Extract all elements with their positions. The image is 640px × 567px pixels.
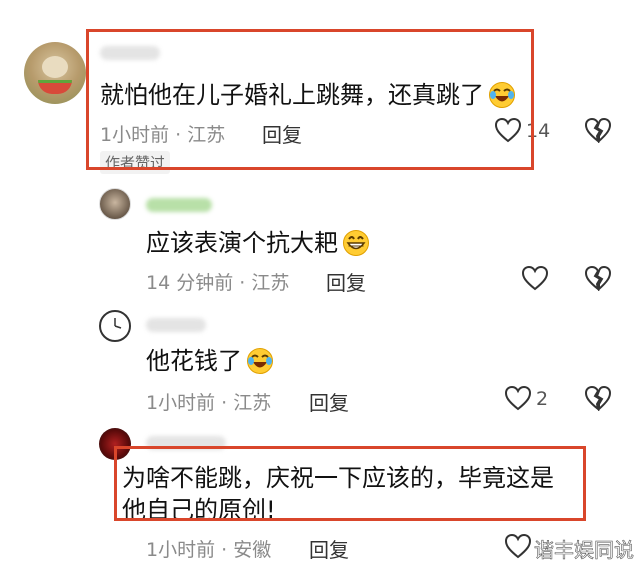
comment-meta: 14 分钟前 · 江苏 bbox=[146, 268, 289, 295]
comment-meta: 1小时前 · 江苏 bbox=[100, 120, 225, 147]
laughing-tears-emoji bbox=[246, 347, 274, 382]
avatar[interactable] bbox=[24, 42, 86, 104]
location: 江苏 bbox=[233, 392, 272, 414]
watermark-text: 谐丰娱同说 bbox=[534, 538, 635, 563]
reply-button[interactable]: 回复 bbox=[309, 534, 349, 563]
clock-avatar[interactable] bbox=[99, 310, 131, 342]
broken-heart-icon[interactable] bbox=[584, 117, 612, 147]
reply-button[interactable]: 回复 bbox=[309, 387, 349, 416]
avatar[interactable] bbox=[99, 428, 131, 460]
separator: · bbox=[239, 272, 246, 294]
heart-icon[interactable] bbox=[494, 117, 522, 147]
timestamp: 1小时前 bbox=[146, 392, 216, 414]
location: 江苏 bbox=[251, 272, 290, 294]
comment-meta: 1小时前 · 安徽 bbox=[146, 535, 271, 562]
like-count: 2 bbox=[536, 388, 549, 410]
separator: · bbox=[221, 392, 228, 414]
comment-4-text-line1: 为啥不能跳，庆祝一下应该的，毕竟这是 bbox=[122, 464, 554, 492]
username-blurred[interactable] bbox=[146, 318, 206, 332]
timestamp: 14 分钟前 bbox=[146, 272, 234, 294]
like-count: 14 bbox=[526, 120, 551, 142]
username-blurred[interactable] bbox=[100, 46, 160, 60]
heart-icon[interactable] bbox=[521, 265, 549, 295]
comment-2-text: 应该表演个抗大耙 bbox=[146, 229, 338, 257]
comment-4-text-line2: 他自己的原创! bbox=[122, 496, 276, 524]
separator: · bbox=[175, 124, 182, 146]
heart-icon[interactable] bbox=[504, 533, 532, 563]
reply-button[interactable]: 回复 bbox=[262, 119, 302, 148]
avatar[interactable] bbox=[99, 188, 131, 220]
laughing-tears-emoji bbox=[488, 81, 516, 116]
broken-heart-icon[interactable] bbox=[584, 265, 612, 295]
location: 江苏 bbox=[187, 124, 226, 146]
username-blurred[interactable] bbox=[146, 198, 212, 212]
reply-button[interactable]: 回复 bbox=[326, 267, 366, 296]
comment-text: 为啥不能跳，庆祝一下应该的，毕竟这是 他自己的原创! bbox=[122, 462, 554, 526]
author-liked-badge: 作者赞过 bbox=[100, 151, 171, 174]
username-blurred[interactable] bbox=[146, 436, 226, 450]
comment-text: 就怕他在儿子婚礼上跳舞，还真跳了 bbox=[100, 80, 516, 116]
timestamp: 1小时前 bbox=[146, 539, 216, 561]
comment-text: 应该表演个抗大耙 bbox=[146, 228, 370, 264]
comment-1-text: 就怕他在儿子婚礼上跳舞，还真跳了 bbox=[100, 81, 484, 109]
comment-3-text: 他花钱了 bbox=[146, 347, 242, 375]
comment-text: 他花钱了 bbox=[146, 346, 274, 382]
heart-icon[interactable] bbox=[504, 385, 532, 415]
comment-meta: 1小时前 · 江苏 bbox=[146, 388, 271, 415]
separator: · bbox=[221, 539, 228, 561]
timestamp: 1小时前 bbox=[100, 124, 170, 146]
location: 安徽 bbox=[233, 539, 272, 561]
broken-heart-icon[interactable] bbox=[584, 385, 612, 415]
grin-emoji bbox=[342, 229, 370, 264]
